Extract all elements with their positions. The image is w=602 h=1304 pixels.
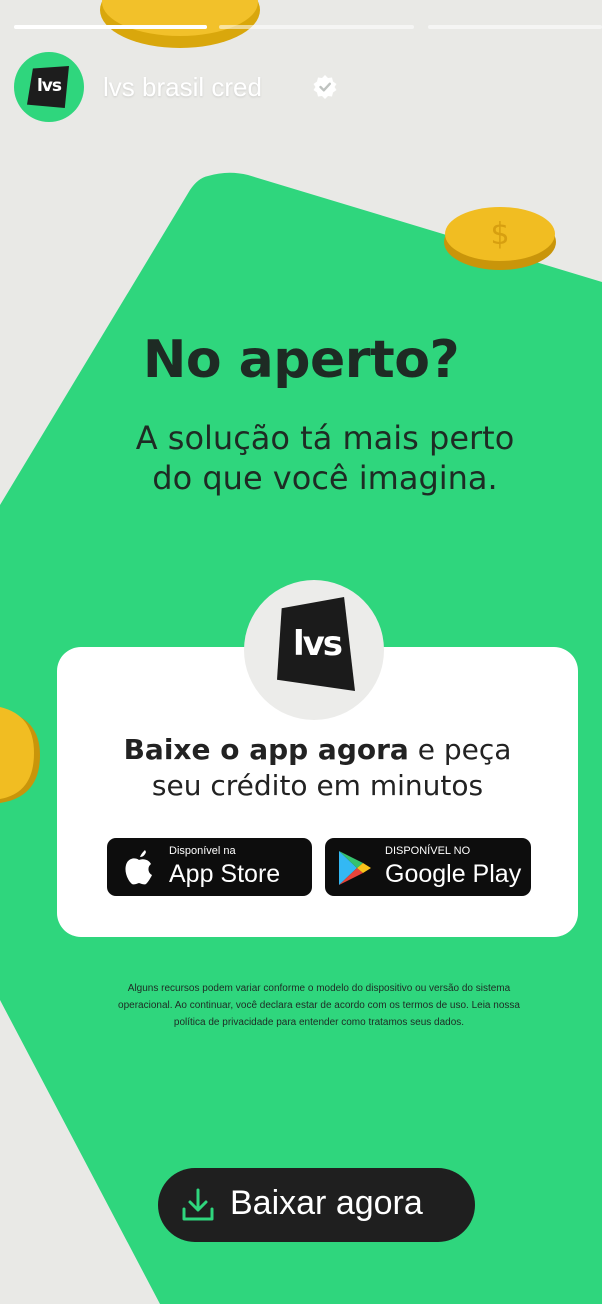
disclaimer-text: Alguns recursos podem variar conforme o … — [60, 980, 578, 1031]
story-progress-bar-1 — [14, 25, 207, 29]
app-store-small-text: Disponível na — [169, 845, 236, 857]
card-cta-bold: Baixe o app agora — [123, 733, 409, 766]
disclaimer-line-2: operacional. Ao continuar, você declara … — [118, 1000, 520, 1011]
story-progress-bar-2 — [219, 25, 414, 29]
svg-text:$: $ — [490, 217, 509, 252]
card-cta-line-2: seu crédito em minutos — [151, 769, 484, 802]
app-store-button[interactable]: Disponível na App Store — [107, 838, 312, 896]
disclaimer-line-1: Alguns recursos podem variar conforme o … — [127, 983, 511, 994]
coin-right-image: $ — [444, 207, 556, 270]
app-store-big-text: App Store — [169, 860, 281, 888]
google-play-big-text: Google Play — [385, 860, 522, 888]
download-icon — [182, 1188, 214, 1221]
verified-badge-icon — [313, 75, 337, 99]
account-avatar[interactable]: lvs — [14, 52, 84, 122]
story-progress-fill-1 — [14, 25, 207, 29]
account-name[interactable]: lvs brasil cred — [103, 72, 262, 103]
headline: No aperto? — [142, 330, 460, 390]
card-cta-line-1: Baixe o app agora e peça — [57, 732, 578, 768]
google-play-icon — [339, 851, 371, 885]
google-play-small-text: DISPONÍVEL NO — [385, 845, 471, 857]
coin-left-image — [0, 707, 40, 803]
coin-top-image — [100, 0, 260, 48]
subheadline-line-1: A solução tá mais perto — [135, 419, 515, 457]
story-progress-bar-3 — [428, 25, 602, 29]
download-now-label[interactable]: Baixar agora — [230, 1184, 423, 1223]
subheadline-line-2: do que você imagina. — [152, 459, 498, 497]
apple-icon — [125, 850, 152, 885]
lvs-logo-text: lvs — [292, 624, 343, 664]
avatar-logo-text: lvs — [36, 76, 62, 96]
google-play-button[interactable]: DISPONÍVEL NO Google Play — [325, 838, 531, 896]
disclaimer-line-3: política de privacidade para entender co… — [173, 1017, 465, 1028]
card-cta-rest: e peça — [408, 733, 512, 766]
subheadline: A solução tá mais perto do que você imag… — [0, 418, 602, 498]
card-cta-text: Baixe o app agora e peça seu crédito em … — [57, 732, 578, 804]
